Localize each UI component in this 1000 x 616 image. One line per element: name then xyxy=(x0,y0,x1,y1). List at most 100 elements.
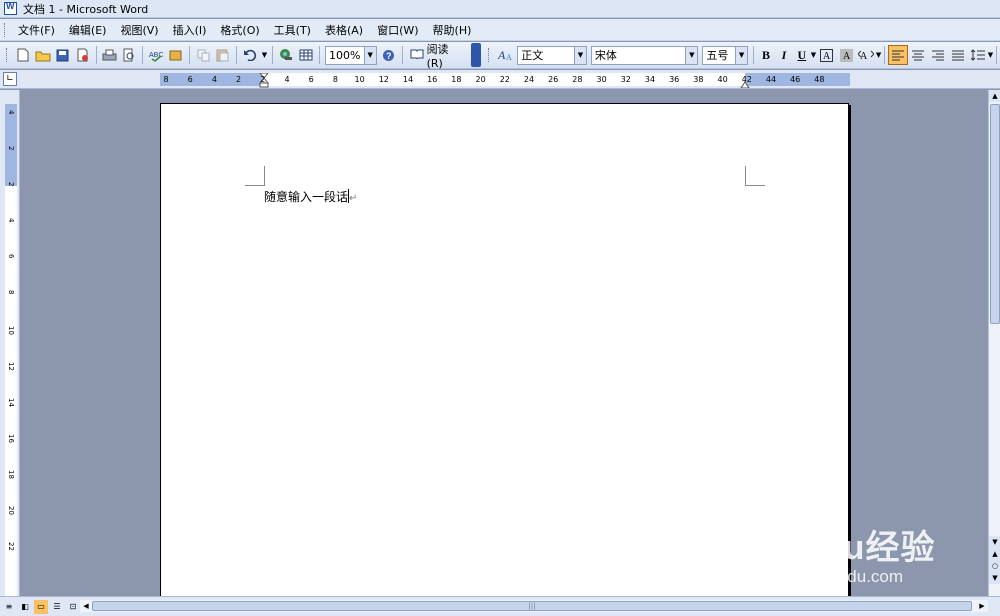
toolbar-separator xyxy=(142,46,144,64)
character-shading-icon[interactable]: A xyxy=(836,45,856,65)
line-spacing-dropdown-icon[interactable]: ▼ xyxy=(988,51,993,59)
styles-pane-icon[interactable]: AA xyxy=(495,45,515,65)
ruler-tick-label: 32 xyxy=(620,75,631,84)
align-right-icon[interactable] xyxy=(928,45,948,65)
ruler-tick-label: 20 xyxy=(7,506,15,515)
menu-edit[interactable]: 编辑(E) xyxy=(62,20,114,40)
scroll-up-icon[interactable]: ▲ xyxy=(989,90,1000,102)
menu-insert[interactable]: 插入(I) xyxy=(166,20,214,40)
menu-table[interactable]: 表格(A) xyxy=(318,20,370,40)
italic-button[interactable]: I xyxy=(775,45,793,65)
outline-view-icon[interactable]: ☰ xyxy=(50,600,64,614)
toolbar-grip[interactable] xyxy=(6,48,9,62)
scaling-dropdown-icon[interactable]: ▼ xyxy=(876,51,881,59)
reading-layout-icon[interactable]: ⊡ xyxy=(66,600,80,614)
help-icon[interactable]: ? xyxy=(379,45,399,65)
ruler-tick-label: 34 xyxy=(644,75,656,84)
toolbar-separator xyxy=(318,46,320,64)
menu-file[interactable]: 文件(F) xyxy=(11,20,62,40)
menu-format[interactable]: 格式(O) xyxy=(213,20,266,40)
menu-bar: 文件(F) 编辑(E) 视图(V) 插入(I) 格式(O) 工具(T) 表格(A… xyxy=(0,19,1000,41)
horizontal-ruler[interactable]: 8 6 4 2 2 4 6 8 10 12 14 16 18 20 22 24 26 28 30 32 34 36 38 40… xyxy=(160,72,850,89)
vertical-ruler[interactable]: 4 2 2 4 6 8 10 12 14 16 18 20 22 xyxy=(5,104,17,596)
ruler-tick-label: 48 xyxy=(814,75,825,84)
horizontal-scrollbar[interactable]: ◀ ||| ▶ xyxy=(80,600,988,612)
ruler-tick-label: 4 xyxy=(284,75,290,84)
scroll-right-icon[interactable]: ▶ xyxy=(976,600,988,612)
justify-icon[interactable] xyxy=(948,45,968,65)
print-preview-icon[interactable] xyxy=(119,45,139,65)
menu-window[interactable]: 窗口(W) xyxy=(370,20,425,40)
ruler-tick-label: 16 xyxy=(427,75,438,84)
chevron-down-icon[interactable]: ▼ xyxy=(363,46,376,64)
undo-dropdown-icon[interactable]: ▼ xyxy=(262,51,267,59)
character-border-icon[interactable]: A xyxy=(816,45,836,65)
line-spacing-icon[interactable] xyxy=(968,45,988,65)
align-center-icon[interactable] xyxy=(908,45,928,65)
menubar-grip[interactable] xyxy=(4,22,7,37)
ruler-tick-label: 8 xyxy=(332,75,338,84)
svg-text:A: A xyxy=(860,51,868,61)
web-layout-icon[interactable]: ◧ xyxy=(18,600,32,614)
menu-help[interactable]: 帮助(H) xyxy=(426,20,479,40)
paste-icon[interactable] xyxy=(213,45,233,65)
window-title: 文档 1 - Microsoft Word xyxy=(23,2,149,16)
bold-button[interactable]: B xyxy=(757,45,775,65)
font-size-select[interactable]: 五号 ▼ xyxy=(702,45,749,65)
svg-text:A: A xyxy=(497,48,506,62)
hyperlink-icon[interactable] xyxy=(276,45,296,65)
crop-mark-top-left xyxy=(245,166,265,186)
ruler-tick-label: 18 xyxy=(451,75,462,84)
vertical-ruler-area: 4 2 2 4 6 8 10 12 14 16 18 20 22 xyxy=(0,90,20,596)
research-icon[interactable] xyxy=(166,45,186,65)
underline-button[interactable]: U xyxy=(793,45,811,65)
toolbar-options-grip[interactable] xyxy=(471,43,482,67)
document-page[interactable]: 随意输入一段话↵ xyxy=(160,103,849,596)
chevron-down-icon[interactable]: ▼ xyxy=(735,46,748,64)
word-app-icon[interactable] xyxy=(4,1,17,15)
ruler-tick-label: 38 xyxy=(693,75,704,84)
print-layout-icon[interactable]: ▭ xyxy=(34,599,48,614)
ruler-tick-label: 6 xyxy=(187,75,193,84)
ruler-tick-label: 30 xyxy=(596,75,607,84)
horizontal-scroll-thumb[interactable]: ||| xyxy=(92,601,972,611)
font-select[interactable]: 宋体 ▼ xyxy=(590,45,699,65)
vertical-scroll-thumb[interactable] xyxy=(990,104,1000,324)
tab-selector-icon[interactable]: ∟ xyxy=(3,72,17,86)
toolbar-separator xyxy=(753,46,755,64)
insert-table-icon[interactable] xyxy=(296,45,316,65)
svg-text:?: ? xyxy=(386,51,392,61)
watermark-logo: Baidu经验 xyxy=(766,529,936,567)
format-toolbar-grip[interactable] xyxy=(488,48,491,62)
horizontal-ruler-area: ∟ 8 6 4 2 2 4 6 8 10 12 14 16 18 20 22 24 26 28 30 32 34 36 38… xyxy=(0,70,1000,89)
copy-icon[interactable] xyxy=(193,45,213,65)
document-body[interactable]: 随意输入一段话↵ xyxy=(264,188,357,205)
undo-icon[interactable] xyxy=(240,45,260,65)
chevron-down-icon[interactable]: ▼ xyxy=(685,46,698,64)
toolbar-separator xyxy=(235,46,237,64)
ruler-tick-label: 10 xyxy=(354,75,365,84)
spelling-check-icon[interactable]: ABC xyxy=(146,45,166,65)
new-document-icon[interactable] xyxy=(13,45,33,65)
paragraph-mark-icon: ↵ xyxy=(349,193,358,204)
crop-mark-top-right xyxy=(745,166,765,186)
svg-text:A: A xyxy=(843,51,851,62)
character-scaling-icon[interactable]: A xyxy=(856,45,876,65)
zoom-select[interactable]: 100% ▼ xyxy=(324,45,377,65)
style-select[interactable]: 正文 ▼ xyxy=(517,45,587,65)
align-left-icon[interactable] xyxy=(888,45,909,65)
normal-view-icon[interactable]: ≡ xyxy=(2,600,16,614)
open-folder-icon[interactable] xyxy=(33,45,53,65)
ruler-tick-label: 22 xyxy=(499,75,510,84)
scroll-left-icon[interactable]: ◀ xyxy=(80,600,92,612)
print-icon[interactable] xyxy=(100,45,120,65)
save-icon[interactable] xyxy=(53,45,73,65)
read-mode-button[interactable]: 阅读(R) xyxy=(406,43,469,70)
zoom-value: 100% xyxy=(328,48,361,62)
chevron-down-icon[interactable]: ▼ xyxy=(573,46,586,64)
toolbar-separator xyxy=(189,46,191,64)
menu-view[interactable]: 视图(V) xyxy=(113,20,165,40)
permission-icon[interactable] xyxy=(73,45,93,65)
ruler-tick-label: 24 xyxy=(523,75,535,84)
menu-tools[interactable]: 工具(T) xyxy=(267,20,318,40)
